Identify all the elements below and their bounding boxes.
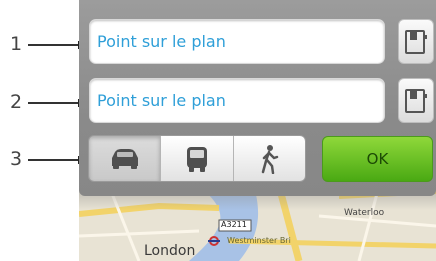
callout-line [28,102,82,104]
bus-icon [186,146,207,172]
station-label: Westminster Bri [227,236,291,245]
district-label: Waterloo [344,208,385,218]
callout-number: 1 [9,33,23,55]
end-contacts-button[interactable] [398,78,434,123]
contact-card-icon [405,88,427,113]
car-mode-button[interactable] [89,136,162,181]
road-shield-label: A3211 [221,220,247,229]
callout-3: 3 [0,148,86,170]
callout-2: 2 [0,91,86,113]
callout-line [28,159,82,161]
walk-mode-button[interactable] [233,136,305,181]
start-contacts-button[interactable] [398,19,434,64]
transport-mode-selector [88,135,306,182]
callout-line [28,44,82,46]
walk-icon [262,144,279,174]
end-point-field[interactable]: Point sur le plan [89,78,385,123]
map-view[interactable]: A3211 London Waterloo Westminster Bri [79,186,436,261]
contact-card-icon [405,29,427,54]
car-icon [111,148,138,169]
transit-mode-button[interactable] [161,136,234,181]
callout-1: 1 [0,33,86,55]
ok-button[interactable]: OK [322,136,433,182]
callout-number: 2 [9,91,23,113]
callout-number: 3 [9,148,23,170]
city-label: London [144,243,196,259]
start-point-field[interactable]: Point sur le plan [89,19,385,64]
